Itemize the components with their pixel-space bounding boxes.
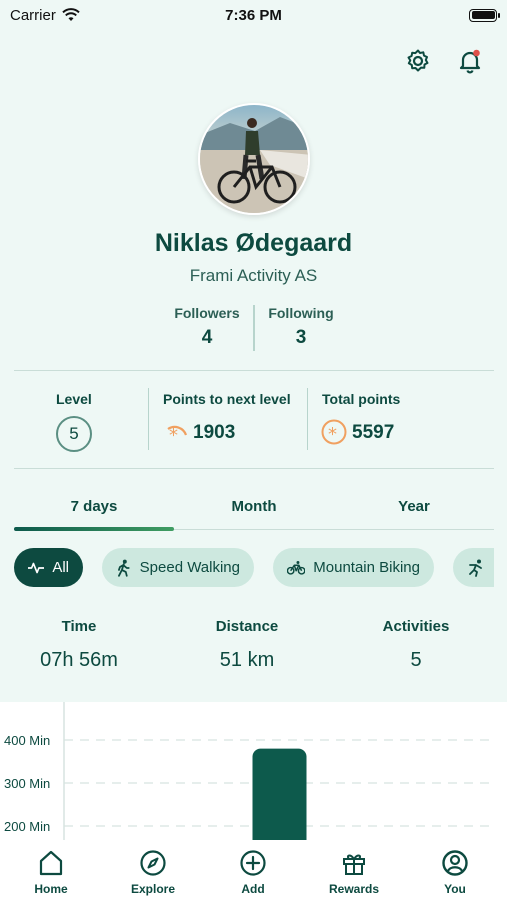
total-points-label: Total points xyxy=(322,391,401,407)
tab-indicator xyxy=(14,527,174,531)
home-icon xyxy=(39,850,63,876)
following-label: Following xyxy=(268,305,334,321)
user-circle-icon xyxy=(442,850,468,876)
level-value: 5 xyxy=(69,424,79,443)
total-points-value: 5597 xyxy=(352,422,395,443)
filter-chip-label: All xyxy=(52,559,69,576)
points-coin-icon: * xyxy=(321,419,347,445)
filter-chip-more[interactable] xyxy=(453,548,494,587)
clock: 7:36 PM xyxy=(225,6,282,24)
summary-time: Time 07h 56m xyxy=(9,618,149,672)
header-actions xyxy=(403,46,485,76)
chart-canvas: 400 Min 300 Min 200 Min xyxy=(4,702,495,842)
activity-summary: Time 07h 56m Distance 51 km Activities 5 xyxy=(0,618,507,678)
bell-icon xyxy=(459,49,481,74)
filter-chip-speed-walking[interactable]: Speed Walking xyxy=(102,548,254,587)
filter-chip-all[interactable]: All xyxy=(14,548,83,587)
walking-icon xyxy=(118,559,130,577)
chart-bar[interactable] xyxy=(252,748,307,842)
filter-chip-mountain-biking[interactable]: Mountain Biking xyxy=(273,548,434,587)
stats-divider-2 xyxy=(307,388,308,450)
compass-icon xyxy=(140,850,166,876)
points-next-label: Points to next level xyxy=(163,391,291,407)
distance-label: Distance xyxy=(215,618,279,635)
activity-pulse-icon xyxy=(28,562,45,573)
profile-photo xyxy=(200,105,308,213)
nav-rewards[interactable]: Rewards xyxy=(314,848,394,896)
time-value: 07h 56m xyxy=(40,649,118,671)
bike-icon xyxy=(287,560,306,575)
plus-circle-icon xyxy=(240,850,266,876)
nav-label: You xyxy=(444,882,466,896)
time-label: Time xyxy=(61,618,97,635)
points-stats: Level 5 Points to next level * 1903 Tota… xyxy=(0,388,507,453)
filter-chip-label: Speed Walking xyxy=(139,559,240,576)
profile-name: Niklas Ødegaard xyxy=(154,229,353,257)
svg-text:*: * xyxy=(328,424,337,445)
nav-label: Add xyxy=(241,882,265,896)
bottom-nav: Home Explore Add Rewards You xyxy=(0,840,507,900)
level-badge: 5 xyxy=(56,416,92,452)
level-label: Level xyxy=(56,391,92,407)
nav-label: Explore xyxy=(130,882,175,896)
gift-icon xyxy=(343,854,365,875)
activity-chart: 400 Min 300 Min 200 Min xyxy=(0,702,507,842)
nav-explore[interactable]: Explore xyxy=(113,848,193,896)
tab-7-days[interactable]: 7 days xyxy=(14,498,174,515)
tab-month[interactable]: Month xyxy=(174,498,334,515)
filter-chip-label: Mountain Biking xyxy=(313,559,420,576)
points-progress-icon: * xyxy=(167,425,188,445)
stats-divider-1 xyxy=(148,388,149,450)
running-icon xyxy=(469,559,482,577)
activities-label: Activities xyxy=(382,618,450,635)
gear-icon xyxy=(407,49,429,72)
divider xyxy=(14,468,494,469)
tab-year[interactable]: Year xyxy=(334,498,494,515)
nav-add[interactable]: Add xyxy=(213,848,293,896)
y-tick-label: 400 Min xyxy=(4,733,50,748)
divider xyxy=(14,370,494,371)
status-bar: Carrier 7:36 PM xyxy=(0,0,507,30)
y-tick-label: 300 Min xyxy=(4,776,50,791)
following-stat[interactable]: Following 3 xyxy=(246,305,356,349)
period-tabs: 7 days Month Year xyxy=(14,498,494,534)
distance-value: 51 km xyxy=(219,649,275,671)
following-count: 3 xyxy=(295,327,307,348)
nav-label: Home xyxy=(34,882,68,896)
points-next-value: 1903 xyxy=(193,422,236,443)
follow-stats: Followers 4 Following 3 xyxy=(0,305,507,353)
nav-label: Rewards xyxy=(328,882,380,896)
battery-icon xyxy=(469,8,500,22)
settings-button[interactable] xyxy=(403,46,433,76)
svg-text:*: * xyxy=(169,425,178,445)
y-tick-label: 200 Min xyxy=(4,819,50,834)
nav-you[interactable]: You xyxy=(415,848,495,896)
nav-home[interactable]: Home xyxy=(11,848,91,896)
summary-distance: Distance 51 km xyxy=(177,618,317,672)
activity-filters: All Speed Walking Mountain Biking xyxy=(14,548,494,588)
avatar[interactable] xyxy=(198,103,310,215)
profile-company: Frami Activity AS xyxy=(189,266,318,285)
activities-value: 5 xyxy=(410,649,422,671)
notifications-button[interactable] xyxy=(455,46,485,76)
summary-activities: Activities 5 xyxy=(346,618,486,672)
